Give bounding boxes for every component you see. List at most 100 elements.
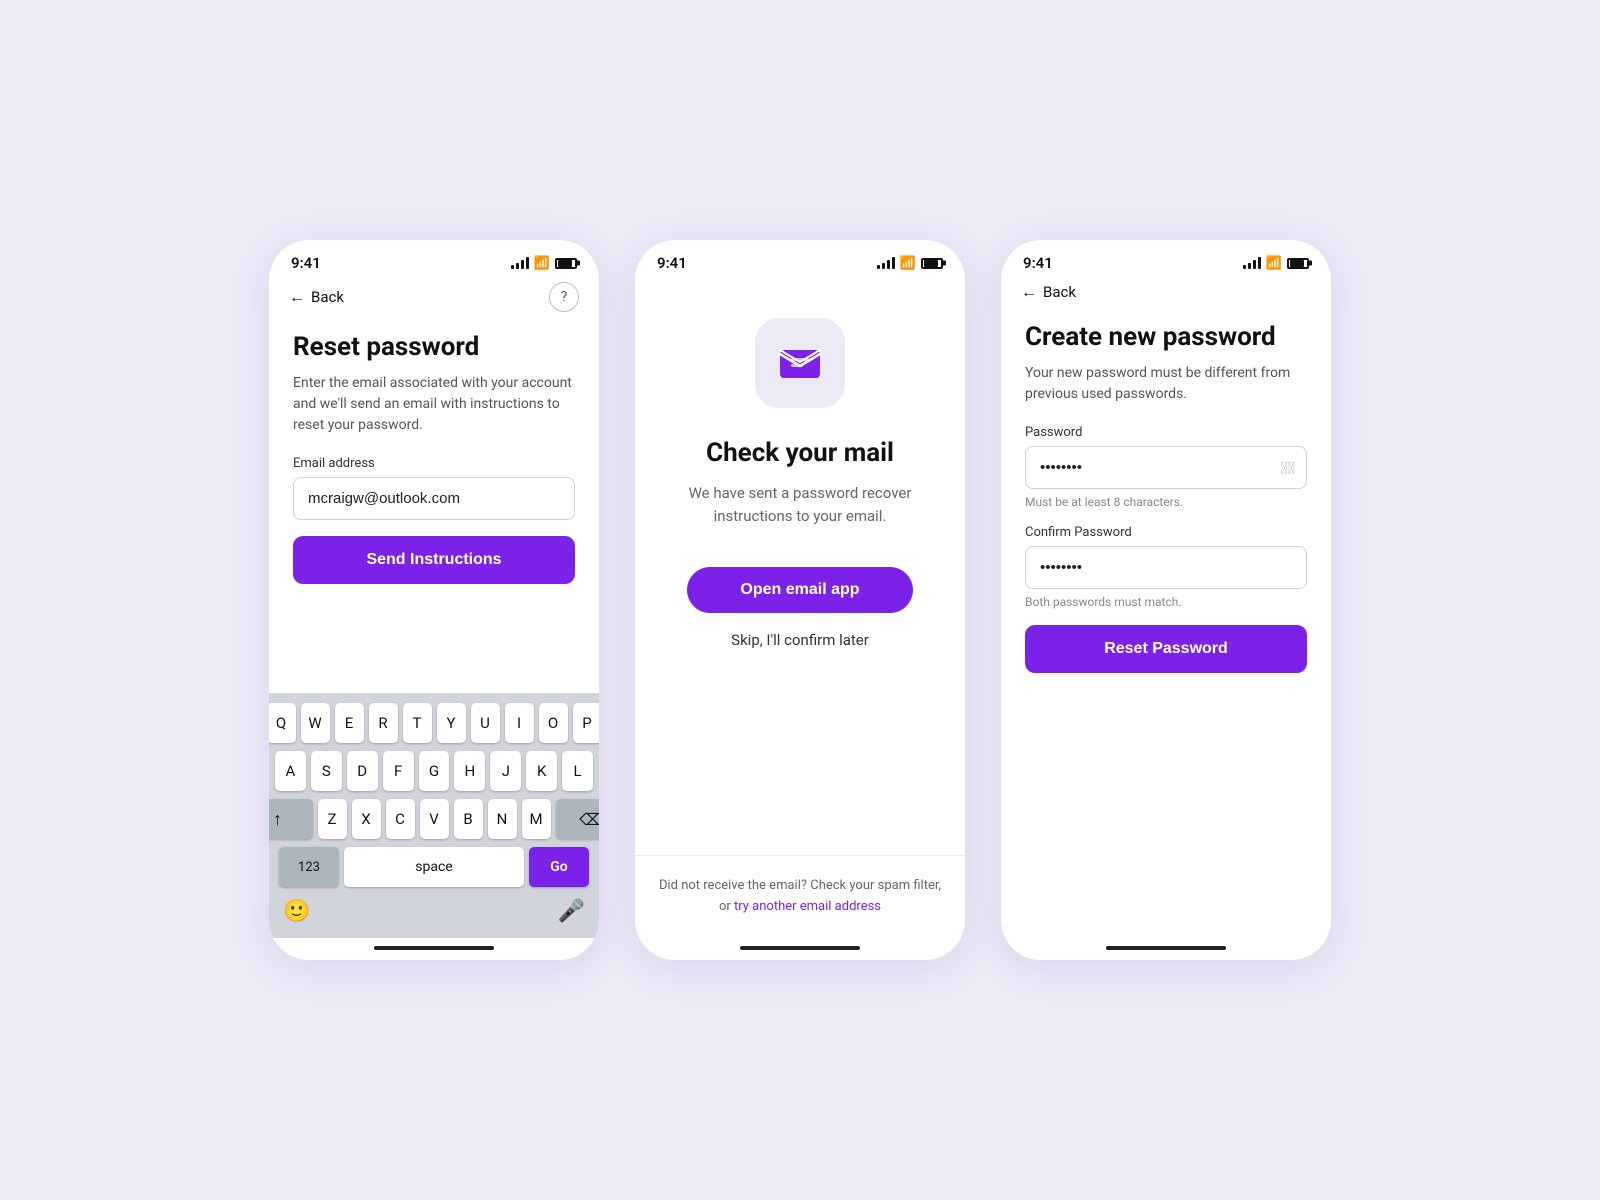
key-N[interactable]: N xyxy=(488,799,517,839)
key-R[interactable]: R xyxy=(369,703,398,743)
home-indicator-1 xyxy=(374,946,494,950)
key-E[interactable]: E xyxy=(335,703,364,743)
back-arrow-icon: ← xyxy=(289,287,305,307)
footer-text: Did not receive the email? Check your sp… xyxy=(659,878,941,893)
confirm-password-label: Confirm Password xyxy=(1025,525,1307,540)
key-O[interactable]: O xyxy=(539,703,568,743)
keyboard-row-2: A S D F G H J K L xyxy=(275,751,593,791)
key-space[interactable]: space xyxy=(344,847,524,887)
key-U[interactable]: U xyxy=(471,703,500,743)
key-K[interactable]: K xyxy=(526,751,557,791)
home-indicator-2 xyxy=(740,946,860,950)
phones-container: 9:41 📶 ← Back ? xyxy=(269,180,1331,1020)
phone-reset-password: 9:41 📶 ← Back ? xyxy=(269,240,599,960)
reset-subtitle: Enter the email associated with your acc… xyxy=(293,373,575,436)
key-shift[interactable]: ↑ xyxy=(269,799,313,839)
try-another-email-link[interactable]: try another email address xyxy=(734,899,881,914)
help-button-1[interactable]: ? xyxy=(549,282,579,312)
wifi-icon-3: 📶 xyxy=(1266,256,1282,271)
email-label: Email address xyxy=(293,456,575,471)
confirm-password-input[interactable] xyxy=(1025,546,1307,589)
nav-bar-3: ← Back xyxy=(1001,278,1331,312)
battery-icon-3 xyxy=(1287,258,1309,269)
key-Y[interactable]: Y xyxy=(437,703,466,743)
battery-icon xyxy=(555,258,577,269)
key-X[interactable]: X xyxy=(352,799,381,839)
key-C[interactable]: C xyxy=(386,799,415,839)
key-D[interactable]: D xyxy=(347,751,378,791)
signal-icon-3 xyxy=(1243,257,1261,269)
skip-link[interactable]: Skip, I'll confirm later xyxy=(731,631,869,649)
keyboard: Q W E R T Y U I O P A S D F G H J K L xyxy=(269,693,599,938)
key-T[interactable]: T xyxy=(403,703,432,743)
check-mail-subtitle: We have sent a password recover instruct… xyxy=(659,482,941,527)
status-bar-2: 9:41 📶 xyxy=(635,240,965,278)
back-label-1: Back xyxy=(311,288,344,306)
password-hint: Must be at least 8 characters. xyxy=(1025,495,1307,509)
confirm-hint: Both passwords must match. xyxy=(1025,595,1307,609)
send-instructions-button[interactable]: Send Instructions xyxy=(293,536,575,584)
status-icons-2: 📶 xyxy=(877,256,943,271)
key-Q[interactable]: Q xyxy=(269,703,296,743)
phone-create-password: 9:41 📶 ← Back Crea xyxy=(1001,240,1331,960)
status-bar-1: 9:41 📶 xyxy=(269,240,599,278)
eye-icon[interactable]: 👁⃤ xyxy=(1281,458,1295,477)
status-bar-3: 9:41 📶 xyxy=(1001,240,1331,278)
key-Z[interactable]: Z xyxy=(318,799,347,839)
status-icons-3: 📶 xyxy=(1243,256,1309,271)
key-M[interactable]: M xyxy=(522,799,551,839)
back-button-1[interactable]: ← Back xyxy=(289,287,344,307)
back-label-3: Back xyxy=(1043,283,1076,301)
mail-icon xyxy=(775,338,825,388)
reset-password-button[interactable]: Reset Password xyxy=(1025,625,1307,673)
keyboard-row-1: Q W E R T Y U I O P xyxy=(275,703,593,743)
status-time-1: 9:41 xyxy=(291,254,321,272)
reset-title: Reset password xyxy=(293,332,575,363)
status-icons-1: 📶 xyxy=(511,256,577,271)
key-P[interactable]: P xyxy=(573,703,600,743)
reset-password-content: Reset password Enter the email associate… xyxy=(269,322,599,693)
key-J[interactable]: J xyxy=(490,751,521,791)
key-go[interactable]: Go xyxy=(529,847,589,887)
key-F[interactable]: F xyxy=(383,751,414,791)
key-123[interactable]: 123 xyxy=(279,847,339,887)
check-mail-footer: Did not receive the email? Check your sp… xyxy=(635,855,965,938)
email-input[interactable] xyxy=(293,477,575,520)
create-password-title: Create new password xyxy=(1025,322,1307,353)
signal-icon xyxy=(511,257,529,269)
signal-icon-2 xyxy=(877,257,895,269)
check-mail-main: Check your mail We have sent a password … xyxy=(635,278,965,855)
status-time-3: 9:41 xyxy=(1023,254,1053,272)
key-G[interactable]: G xyxy=(419,751,450,791)
confirm-password-wrapper xyxy=(1025,546,1307,589)
create-password-subtitle: Your new password must be different from… xyxy=(1025,363,1307,405)
key-L[interactable]: L xyxy=(562,751,593,791)
emoji-icon[interactable]: 🙂 xyxy=(283,899,310,924)
open-email-button[interactable]: Open email app xyxy=(687,567,913,613)
key-H[interactable]: H xyxy=(454,751,485,791)
battery-icon-2 xyxy=(921,258,943,269)
key-backspace[interactable]: ⌫ xyxy=(556,799,600,839)
key-I[interactable]: I xyxy=(505,703,534,743)
mic-icon[interactable]: 🎤 xyxy=(558,899,585,924)
password-label: Password xyxy=(1025,425,1307,440)
password-input[interactable] xyxy=(1025,446,1307,489)
nav-bar-1: ← Back ? xyxy=(269,278,599,322)
key-A[interactable]: A xyxy=(275,751,306,791)
help-icon: ? xyxy=(561,289,568,305)
key-W[interactable]: W xyxy=(301,703,330,743)
footer-link-prefix: or xyxy=(719,899,734,914)
check-mail-title: Check your mail xyxy=(706,438,894,468)
create-password-content: Create new password Your new password mu… xyxy=(1001,312,1331,938)
back-arrow-icon-3: ← xyxy=(1021,282,1037,302)
keyboard-row-4: 123 space Go xyxy=(275,847,593,887)
wifi-icon: 📶 xyxy=(534,256,550,271)
password-wrapper: 👁⃤ xyxy=(1025,446,1307,489)
wifi-icon-2: 📶 xyxy=(900,256,916,271)
key-V[interactable]: V xyxy=(420,799,449,839)
phone-check-mail: 9:41 📶 xyxy=(635,240,965,960)
back-button-3[interactable]: ← Back xyxy=(1021,282,1076,302)
keyboard-row-3: ↑ Z X C V B N M ⌫ xyxy=(275,799,593,839)
key-B[interactable]: B xyxy=(454,799,483,839)
key-S[interactable]: S xyxy=(311,751,342,791)
